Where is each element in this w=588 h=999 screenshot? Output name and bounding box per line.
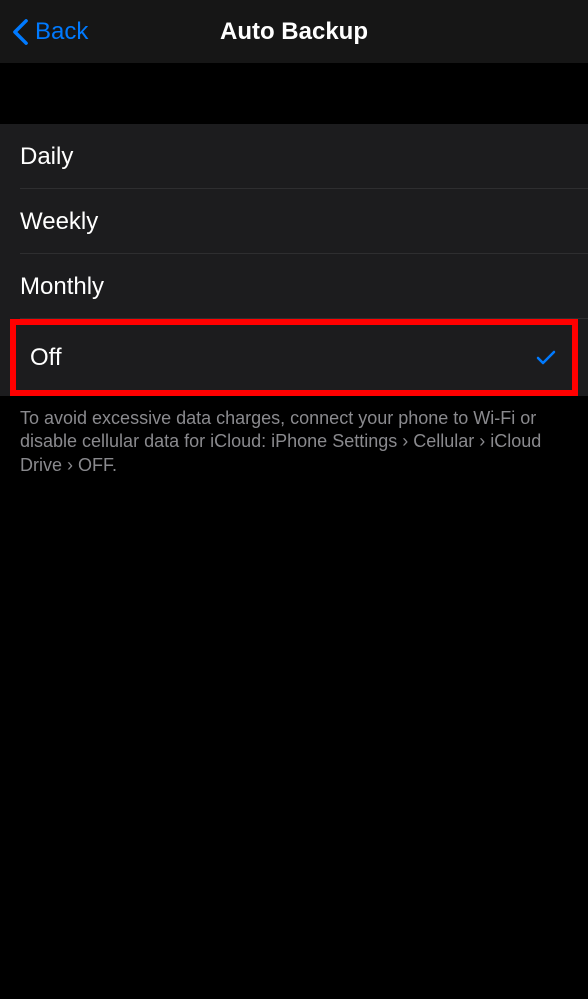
- footer-help-text: To avoid excessive data charges, connect…: [0, 395, 588, 489]
- page-title: Auto Backup: [220, 18, 368, 46]
- spacer: [0, 63, 588, 124]
- option-label: Weekly: [20, 208, 98, 236]
- checkmark-icon: [534, 346, 558, 370]
- option-weekly[interactable]: Weekly: [0, 189, 588, 254]
- option-off[interactable]: Off: [10, 319, 578, 396]
- back-label: Back: [35, 18, 88, 46]
- option-label: Monthly: [20, 273, 104, 301]
- back-button[interactable]: Back: [0, 18, 88, 46]
- option-label: Off: [30, 344, 62, 372]
- option-label: Daily: [20, 143, 73, 171]
- option-monthly[interactable]: Monthly: [0, 254, 588, 319]
- option-daily[interactable]: Daily: [0, 124, 588, 189]
- options-list: Daily Weekly Monthly Off: [0, 124, 588, 396]
- chevron-left-icon: [12, 18, 29, 46]
- navigation-bar: Back Auto Backup: [0, 0, 588, 63]
